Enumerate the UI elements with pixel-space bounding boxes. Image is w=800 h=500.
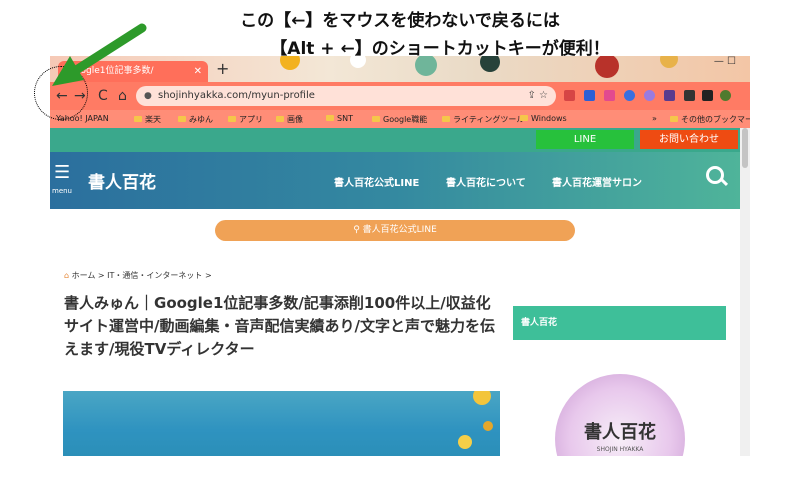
other-bookmarks[interactable]: その他のブックマーク	[670, 114, 750, 125]
window-controls[interactable]: — ☐	[714, 56, 736, 67]
nav-item-line[interactable]: 書人百花公式LINE	[334, 174, 419, 189]
bookmark-item[interactable]: 画像	[276, 114, 303, 125]
decorative-blob	[660, 56, 678, 68]
hamburger-menu-icon[interactable]: ☰	[54, 164, 70, 182]
extension-icon[interactable]	[664, 90, 675, 101]
puzzle-icon[interactable]	[684, 90, 695, 101]
folder-icon	[228, 116, 236, 122]
folder-icon	[670, 116, 678, 122]
url-text: shojinhyakka.com/myun-profile	[158, 90, 315, 101]
scrollbar[interactable]	[740, 128, 750, 456]
flower-shape	[458, 435, 472, 449]
bookmark-item[interactable]: ライティングツール	[442, 114, 524, 125]
share-bookmark-icons[interactable]: ⇪ ☆	[527, 86, 548, 106]
flower-shape	[483, 421, 493, 431]
folder-icon	[178, 116, 186, 122]
location-pin-icon: ⚲	[353, 225, 363, 235]
badge-title: 書人百花	[584, 422, 656, 443]
folder-icon	[442, 116, 450, 122]
extension-icon[interactable]	[624, 90, 635, 101]
green-arrow-icon	[52, 23, 147, 86]
breadcrumb-text[interactable]: ホーム > IT・通信・インターネット >	[72, 271, 212, 280]
bookmark-item[interactable]: SNT	[326, 114, 353, 123]
avatar[interactable]	[720, 90, 731, 101]
folder-icon	[520, 115, 528, 121]
breadcrumb[interactable]: ⌂ ホーム > IT・通信・インターネット >	[64, 270, 212, 281]
badge-subtitle: SHOJIN HYAKKA	[596, 446, 644, 453]
line-button[interactable]: LINE	[536, 130, 634, 149]
bookmarks-bar: Yahoo! JAPAN 楽天 みゆん アプリ 画像 SNT Google職能 …	[50, 110, 750, 128]
extension-icon[interactable]	[564, 90, 575, 101]
profile-badge: 書人百花 SHOJIN HYAKKA	[555, 374, 685, 456]
nav-item-about[interactable]: 書人百花について	[446, 174, 526, 189]
extension-icon[interactable]	[604, 90, 615, 101]
folder-icon	[326, 115, 334, 121]
hero-image	[63, 391, 500, 456]
line-pill-button[interactable]: ⚲ 書人百花公式LINE	[215, 220, 575, 241]
menu-label[interactable]: menu	[52, 187, 72, 195]
bookmark-item[interactable]: アプリ	[228, 114, 263, 125]
folder-icon	[276, 116, 284, 122]
tab-close-button[interactable]: ✕	[194, 61, 202, 82]
contact-button[interactable]: お問い合わせ	[640, 130, 738, 149]
site-header: ☰ menu 書人百花 書人百花公式LINE 書人百花について 書人百花運営サロ…	[50, 152, 740, 209]
bookmark-item[interactable]: Windows	[520, 114, 567, 123]
decorative-blob	[415, 56, 437, 76]
browser-toolbar: ← → C ⌂ ● shojinhyakka.com/myun-profile …	[50, 82, 750, 110]
folder-icon	[372, 116, 380, 122]
bookmark-item[interactable]: 楽天	[134, 114, 161, 125]
decorative-blob	[280, 56, 300, 70]
pill-label: 書人百花公式LINE	[362, 225, 437, 235]
bookmark-item[interactable]: Google職能	[372, 114, 427, 125]
decorative-blob	[480, 56, 500, 72]
browser-window: Google1位記事多数/ ✕ + — ☐ ← → C ⌂ ● shojinhy…	[50, 56, 750, 456]
sidepanel-icon[interactable]	[702, 90, 713, 101]
bookmark-item[interactable]: みゆん	[178, 114, 213, 125]
page-title: 書人みゅん｜Google1位記事多数/記事添削100件以上/収益化サイト運営中/…	[64, 294, 495, 358]
folder-icon	[134, 116, 142, 122]
new-tab-button[interactable]: +	[216, 59, 229, 78]
decorative-blob	[595, 56, 619, 78]
site-logo[interactable]: 書人百花	[88, 168, 156, 193]
home-icon: ⌂	[64, 271, 72, 280]
flower-shape	[473, 391, 491, 405]
address-bar[interactable]: ● shojinhyakka.com/myun-profile ⇪ ☆	[136, 86, 556, 106]
extension-icon[interactable]	[644, 90, 655, 101]
sidebar-widget-title: 書人百花	[513, 306, 726, 340]
scrollbar-thumb[interactable]	[742, 128, 748, 168]
search-icon[interactable]	[706, 166, 724, 184]
tab-bar: Google1位記事多数/ ✕ + — ☐	[50, 56, 750, 82]
decorative-blob	[350, 56, 366, 68]
bookmark-more[interactable]: »	[652, 114, 657, 123]
extension-icon[interactable]	[584, 90, 595, 101]
site-top-strip: LINE お問い合わせ	[50, 128, 740, 152]
nav-item-salon[interactable]: 書人百花運営サロン	[552, 174, 642, 189]
